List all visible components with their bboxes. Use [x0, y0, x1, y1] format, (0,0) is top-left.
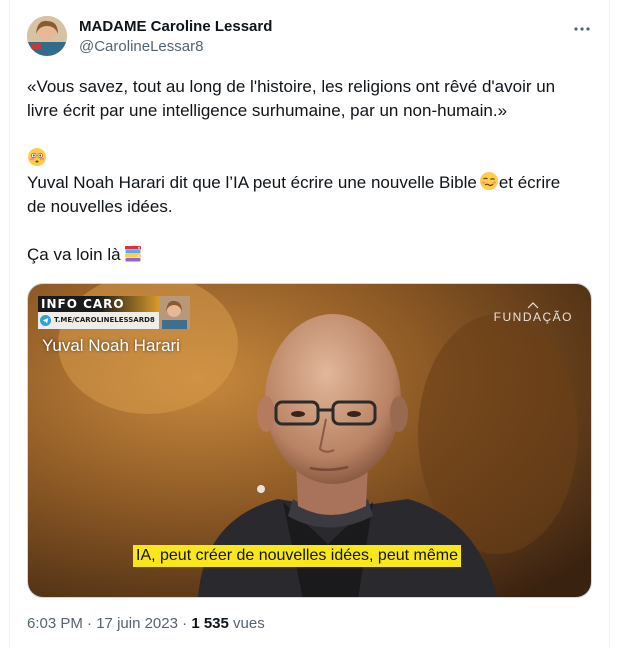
fundacao-watermark: FUNDAÇÃO: [494, 302, 573, 324]
tweet-line-3: Yuval Noah Harari dit que l’IA peut écri…: [27, 171, 587, 195]
brand-name: FUNDAÇÃO: [493, 310, 573, 324]
meta-separator-1: ·: [87, 615, 93, 632]
banner-link: T.ME/CAROLINELESSARD8: [54, 316, 155, 324]
flushed-emoji-line: [27, 147, 587, 171]
meta-separator-2: ·: [182, 615, 188, 632]
views-count: 1 535: [191, 615, 229, 632]
video-caption-name: Yuval Noah Harari: [42, 336, 180, 355]
tweet-line-5-text: Ça va loin là: [27, 245, 121, 264]
books-icon: [124, 246, 141, 262]
telegram-icon: [40, 315, 51, 326]
more-icon: [574, 27, 590, 31]
tweet-time[interactable]: 6:03 PM: [27, 615, 83, 632]
more-options-button[interactable]: [571, 18, 593, 40]
video-subtitle: IA, peut créer de nouvelles idées, peut …: [133, 545, 461, 567]
info-caro-banner: INFO CARO T.ME/CAROLINELESSARD8: [38, 296, 190, 329]
tweet-meta: 6:03 PM · 17 juin 2023 · 1 535 vues: [27, 615, 265, 632]
tweet-line-1: «Vous savez, tout au long de l'histoire,…: [27, 77, 556, 96]
handle[interactable]: @CarolineLessar8: [79, 37, 272, 57]
banner-title: INFO CARO: [38, 296, 159, 312]
tweet-line-3-text: Yuval Noah Harari dit que l’IA peut écri…: [27, 173, 477, 192]
tweet-card: MADAME Caroline Lessard @CarolineLessar8…: [9, 0, 610, 648]
tweet-line-3-tail: et écrire: [498, 173, 561, 192]
tweet-line-2: livre écrit par une intelligence surhuma…: [27, 101, 508, 120]
tweet-header: MADAME Caroline Lessard @CarolineLessar8: [27, 14, 597, 58]
tweet-line-5: Ça va loin là: [27, 243, 587, 267]
brand-mark-icon: [527, 302, 539, 309]
banner-link-row: T.ME/CAROLINELESSARD8: [38, 312, 159, 329]
video-media[interactable]: INFO CARO T.ME/CAROLINELESSARD8 Yuval No…: [27, 283, 592, 598]
banner-avatar: [159, 296, 190, 329]
author-names: MADAME Caroline Lessard @CarolineLessar8: [79, 18, 272, 57]
woozy-face-icon: [479, 172, 498, 190]
tweet-date[interactable]: 17 juin 2023: [96, 615, 178, 632]
views-label: vues: [233, 615, 265, 632]
avatar[interactable]: [27, 16, 67, 56]
tweet-line-4: de nouvelles idées.: [27, 197, 173, 216]
tweet-text: «Vous savez, tout au long de l'histoire,…: [27, 75, 587, 267]
flushed-face-icon: [28, 148, 46, 166]
display-name[interactable]: MADAME Caroline Lessard: [79, 18, 272, 36]
